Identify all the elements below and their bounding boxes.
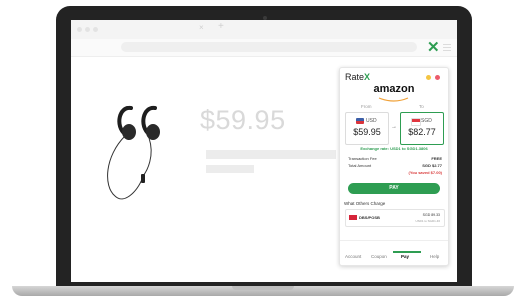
ratex-logo: RateX [345, 72, 371, 82]
dbs-logo-icon [349, 215, 357, 220]
amazon-smile-icon [378, 97, 409, 102]
window-maximize-dot[interactable] [93, 27, 98, 32]
to-label: To [419, 104, 424, 109]
placeholder-text-bar-short [206, 165, 254, 173]
tab-help[interactable]: Help [430, 254, 439, 259]
savings-note: (You saved $7.00) [408, 170, 443, 175]
tab-bar: × + [71, 20, 457, 39]
total-amount-value: SGD $2.77 [422, 163, 442, 168]
tab-coupon[interactable]: Coupon [371, 254, 387, 259]
other-bank-row: DBS/POSB SGD 89.33 USD1 to SGD1.46 [345, 209, 445, 227]
sg-flag-icon [411, 118, 421, 126]
address-bar: ✕ [71, 39, 457, 57]
laptop-base-notch [232, 286, 294, 290]
other-bank-amount: SGD 89.33 [422, 213, 440, 217]
earphones-icon [107, 105, 160, 200]
ratex-popup: RateX amazon From To USD $59.95 → SGD $8… [339, 67, 449, 266]
pay-button[interactable]: PAY [348, 183, 440, 194]
popup-close-dot[interactable] [435, 75, 440, 80]
popup-minimize-dot[interactable] [426, 75, 431, 80]
from-currency-box[interactable]: USD $59.95 [345, 112, 389, 145]
menu-icon[interactable] [443, 44, 451, 53]
product-price: $59.95 [200, 105, 286, 135]
url-input[interactable] [121, 42, 417, 52]
window-minimize-dot[interactable] [85, 27, 90, 32]
popup-nav: Account Coupon Pay Help [340, 240, 448, 259]
transaction-fee-value: FREE [431, 156, 442, 161]
active-tab-indicator [393, 251, 421, 253]
other-bank-rate: USD1 to SGD1.46 [415, 219, 440, 223]
to-currency-code: SGD [421, 118, 432, 124]
to-currency-box[interactable]: SGD $82.77 [400, 112, 444, 145]
store-logo: amazon [373, 83, 415, 95]
new-tab-icon[interactable]: + [218, 21, 224, 32]
other-bank-name: DBS/POSB [359, 215, 380, 220]
exchange-rate: Exchange rate: USD1 to SGD1.3806 [360, 146, 428, 151]
us-flag-icon [356, 118, 364, 124]
from-label: From [361, 104, 372, 109]
browser-window: × + ✕ $59.95 RateX amazon From To USD $5… [71, 20, 457, 282]
others-heading: What Others Charge [344, 201, 386, 206]
total-amount-label: Total Amount [348, 163, 372, 168]
window-close-dot[interactable] [77, 27, 82, 32]
arrow-right-icon: → [391, 124, 397, 130]
tab-account[interactable]: Account [345, 254, 361, 259]
from-amount: $59.95 [353, 127, 381, 137]
ratex-extension-icon[interactable]: ✕ [427, 38, 440, 56]
to-amount: $82.77 [408, 127, 436, 137]
placeholder-text-bar [206, 150, 336, 159]
tab-close-icon[interactable]: × [199, 23, 204, 32]
tab-pay[interactable]: Pay [401, 254, 409, 259]
transaction-fee-label: Transaction Fee [348, 156, 377, 161]
from-currency-code: USD [366, 118, 377, 124]
